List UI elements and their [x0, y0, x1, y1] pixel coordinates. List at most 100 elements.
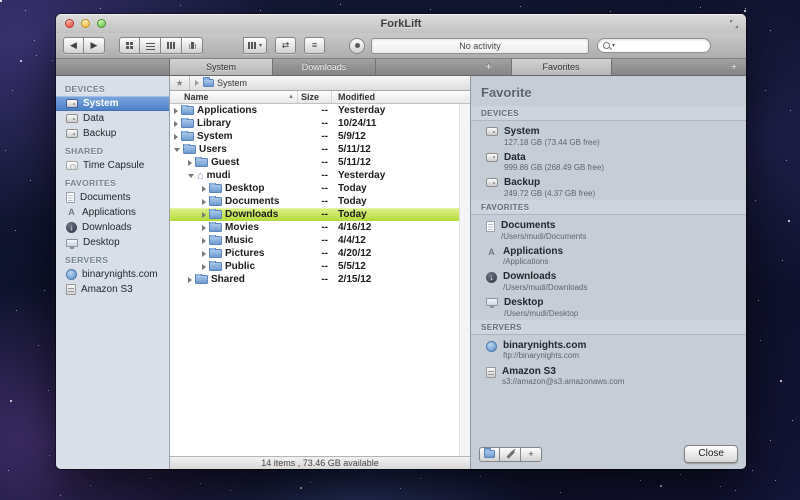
- sidebar-item-time-capsule[interactable]: Time Capsule: [56, 158, 169, 173]
- tab-label: System: [206, 62, 236, 72]
- forward-button[interactable]: ▶: [84, 37, 105, 54]
- tab-downloads[interactable]: Downloads: [273, 59, 376, 75]
- disclosure-collapsed-icon[interactable]: [174, 121, 178, 127]
- sort-ascending-icon: ▲: [288, 94, 294, 100]
- disclosure-collapsed-icon[interactable]: [188, 160, 192, 166]
- tools-button[interactable]: ≡: [304, 37, 325, 54]
- file-modified: Today: [332, 183, 470, 194]
- sidebar-item-system[interactable]: System: [56, 96, 169, 111]
- title-bar[interactable]: ForkLift: [56, 14, 746, 33]
- tab-favorites[interactable]: Favorites: [512, 59, 612, 75]
- zoom-window-button[interactable]: [97, 19, 106, 28]
- disclosure-collapsed-icon[interactable]: [202, 251, 206, 257]
- file-name: System: [197, 131, 233, 142]
- sidebar-item-desktop[interactable]: Desktop: [56, 235, 169, 250]
- activity-status-field: No activity: [371, 38, 589, 54]
- panel-item-downloads[interactable]: Downloads /Users/mudi/Downloads: [471, 268, 746, 294]
- disclosure-collapsed-icon[interactable]: [202, 212, 206, 218]
- file-row[interactable]: ⌂mudi -- Yesterday: [170, 169, 470, 182]
- icon-view-button[interactable]: [119, 37, 140, 54]
- main-content: DEVICES System Data Backup SHARED Time C…: [56, 76, 746, 469]
- column-view-button[interactable]: [161, 37, 182, 54]
- add-tab-button-left[interactable]: +: [481, 62, 497, 73]
- panel-item-backup[interactable]: Backup 249.72 GB (4.37 GB free): [471, 174, 746, 200]
- disclosure-expanded-icon[interactable]: [188, 174, 194, 178]
- list-view-button[interactable]: [140, 37, 161, 54]
- panel-item-data[interactable]: Data 999.86 GB (268.49 GB free): [471, 149, 746, 175]
- file-row[interactable]: System -- 5/9/12: [170, 130, 470, 143]
- search-field[interactable]: ▾: [597, 38, 711, 53]
- file-row[interactable]: Guest -- 5/11/12: [170, 156, 470, 169]
- panel-layout-icon: [248, 41, 257, 50]
- coverflow-view-button[interactable]: [182, 37, 203, 54]
- file-row[interactable]: Users -- 5/11/12: [170, 143, 470, 156]
- list-view-icon: [146, 43, 155, 50]
- sidebar-item-backup[interactable]: Backup: [56, 126, 169, 141]
- panel-item-name: Data: [504, 152, 604, 164]
- back-button[interactable]: ◀: [63, 37, 84, 54]
- server-icon: [486, 367, 496, 378]
- file-row[interactable]: Documents -- Today: [170, 195, 470, 208]
- file-modified: Today: [332, 209, 470, 220]
- search-input[interactable]: [617, 41, 705, 51]
- pencil-icon: [506, 450, 514, 458]
- disclosure-collapsed-icon[interactable]: [174, 134, 178, 140]
- column-view-icon: [167, 41, 176, 50]
- sidebar-item-applications[interactable]: Applications: [56, 205, 169, 220]
- layout-segment: ▾: [243, 37, 267, 54]
- file-row[interactable]: Shared -- 2/15/12: [170, 273, 470, 286]
- file-modified: Yesterday: [332, 170, 470, 181]
- add-tab-button-right[interactable]: +: [726, 62, 742, 73]
- edit-favorite-button[interactable]: [500, 447, 521, 462]
- close-panel-button[interactable]: Close: [684, 445, 738, 463]
- disclosure-collapsed-icon[interactable]: [202, 199, 206, 205]
- panel-item-amazon-s3[interactable]: Amazon S3 s3://amazon@s3.amazonaws.com: [471, 363, 746, 389]
- sidebar-item-documents[interactable]: Documents: [56, 190, 169, 205]
- file-row-selected[interactable]: Downloads -- Today: [170, 208, 470, 221]
- file-modified: Yesterday: [332, 105, 470, 116]
- panel-item-documents[interactable]: Documents /Users/mudi/Documents: [471, 217, 746, 243]
- tab-system[interactable]: System: [170, 59, 273, 75]
- path-location[interactable]: System: [217, 78, 247, 88]
- column-header-name[interactable]: Name ▲: [170, 91, 298, 103]
- favorite-star-button[interactable]: ★: [170, 76, 190, 90]
- close-window-button[interactable]: [65, 19, 74, 28]
- file-name: Applications: [197, 105, 257, 116]
- file-list: Applications -- Yesterday Library -- 10/…: [170, 104, 470, 456]
- file-row[interactable]: Library -- 10/24/11: [170, 117, 470, 130]
- new-favorite-folder-button[interactable]: [479, 447, 500, 462]
- activity-toggle-button[interactable]: [349, 38, 365, 54]
- panel-layout-button[interactable]: ▾: [243, 37, 267, 54]
- panel-item-desktop[interactable]: Desktop /Users/mudi/Desktop: [471, 294, 746, 320]
- sidebar-item-downloads[interactable]: Downloads: [56, 220, 169, 235]
- file-row[interactable]: Movies -- 4/16/12: [170, 221, 470, 234]
- sidebar-item-amazon-s3[interactable]: Amazon S3: [56, 282, 169, 297]
- file-row[interactable]: Music -- 4/4/12: [170, 234, 470, 247]
- panel-item-system[interactable]: System 127.18 GB (73.44 GB free): [471, 123, 746, 149]
- file-row[interactable]: Pictures -- 4/20/12: [170, 247, 470, 260]
- panel-item-name: Backup: [504, 177, 595, 189]
- panel-item-binarynights[interactable]: binarynights.com ftp://binarynights.com: [471, 337, 746, 363]
- column-header-size[interactable]: Size: [298, 91, 332, 103]
- file-row[interactable]: Public -- 5/5/12: [170, 260, 470, 273]
- panel-item-name: Documents: [501, 220, 586, 232]
- disclosure-collapsed-icon[interactable]: [174, 108, 178, 114]
- disclosure-collapsed-icon[interactable]: [202, 225, 206, 231]
- file-row[interactable]: Desktop -- Today: [170, 182, 470, 195]
- vertical-scrollbar[interactable]: [459, 104, 470, 456]
- folder-icon: [209, 236, 222, 245]
- sync-button[interactable]: ⇄: [275, 37, 296, 54]
- minimize-window-button[interactable]: [81, 19, 90, 28]
- column-header-modified[interactable]: Modified: [332, 91, 470, 103]
- sidebar-item-data[interactable]: Data: [56, 111, 169, 126]
- panel-item-applications[interactable]: Applications /Applications: [471, 243, 746, 269]
- disclosure-expanded-icon[interactable]: [174, 148, 180, 152]
- fullscreen-icon[interactable]: [729, 19, 739, 29]
- disclosure-collapsed-icon[interactable]: [202, 264, 206, 270]
- add-favorite-button[interactable]: +: [521, 447, 542, 462]
- disclosure-collapsed-icon[interactable]: [188, 277, 192, 283]
- disclosure-collapsed-icon[interactable]: [202, 186, 206, 192]
- sidebar-item-binarynights[interactable]: binarynights.com: [56, 267, 169, 282]
- file-row[interactable]: Applications -- Yesterday: [170, 104, 470, 117]
- disclosure-collapsed-icon[interactable]: [202, 238, 206, 244]
